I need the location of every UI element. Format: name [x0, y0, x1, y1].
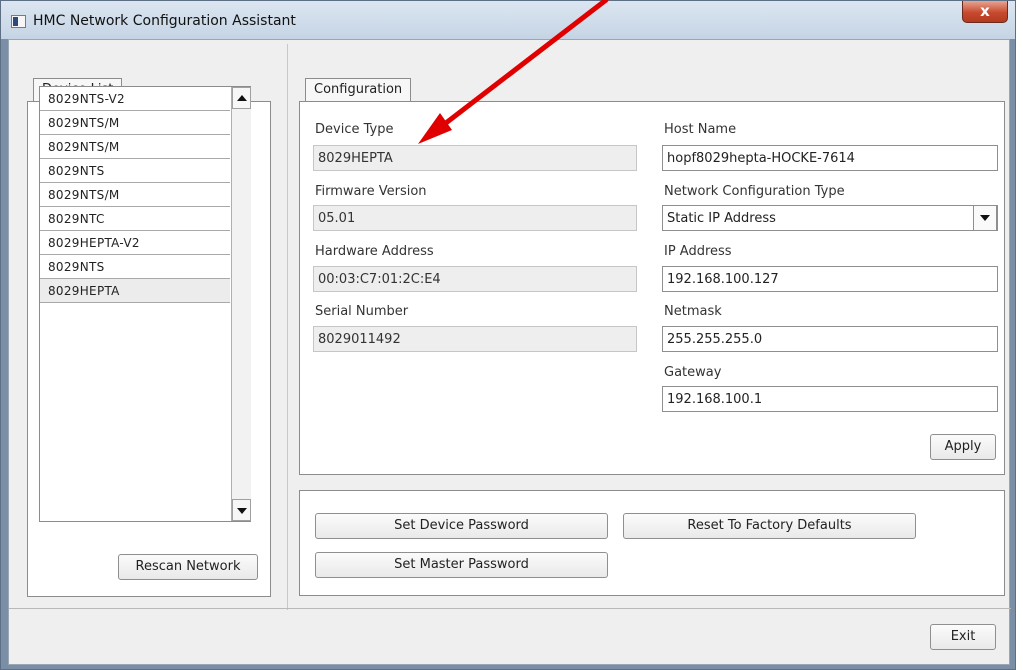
device-list-scrollbar[interactable] [231, 87, 251, 521]
list-item[interactable]: 8029HEPTA [40, 279, 230, 303]
list-item[interactable]: 8029HEPTA-V2 [40, 231, 230, 255]
window-title: HMC Network Configuration Assistant [33, 13, 296, 29]
network-config-type-select[interactable]: Static IP Address [662, 205, 998, 231]
firmware-version-field: 05.01 [313, 205, 637, 231]
actions-panel [299, 490, 1005, 596]
scroll-down-icon[interactable] [232, 499, 251, 521]
firmware-version-label: Firmware Version [315, 184, 427, 199]
rescan-network-button[interactable]: Rescan Network [118, 554, 258, 580]
network-config-type-label: Network Configuration Type [664, 184, 845, 199]
app-icon [11, 15, 26, 28]
list-item[interactable]: 8029NTS [40, 159, 230, 183]
list-item[interactable]: 8029NTC [40, 207, 230, 231]
list-item[interactable]: 8029NTS-V2 [40, 87, 230, 111]
host-name-input[interactable]: hopf8029hepta-HOCKE-7614 [662, 145, 998, 171]
horizontal-separator [9, 608, 1011, 609]
serial-number-field: 8029011492 [313, 326, 637, 352]
vertical-splitter[interactable] [287, 44, 288, 610]
hardware-address-field: 00:03:C7:01:2C:E4 [313, 266, 637, 292]
set-device-password-button[interactable]: Set Device Password [315, 513, 608, 539]
device-list-items: 8029NTS-V2 8029NTS/M 8029NTS/M 8029NTS 8029N… [40, 87, 250, 303]
ip-address-label: IP Address [664, 244, 732, 259]
netmask-label: Netmask [664, 304, 722, 319]
title-bar[interactable]: HMC Network Configuration Assistant x [1, 1, 1015, 39]
netmask-input[interactable]: 255.255.255.0 [662, 326, 998, 352]
device-type-field: 8029HEPTA [313, 145, 637, 171]
chevron-down-icon[interactable] [973, 205, 997, 231]
hardware-address-label: Hardware Address [315, 244, 434, 259]
list-item[interactable]: 8029NTS/M [40, 183, 230, 207]
set-master-password-button[interactable]: Set Master Password [315, 552, 608, 578]
host-name-label: Host Name [664, 122, 737, 137]
list-item[interactable]: 8029NTS/M [40, 111, 230, 135]
close-button[interactable]: x [962, 1, 1008, 23]
device-list[interactable]: 8029NTS-V2 8029NTS/M 8029NTS/M 8029NTS 8029N… [39, 86, 251, 522]
reset-factory-defaults-button[interactable]: Reset To Factory Defaults [623, 513, 916, 539]
list-item[interactable]: 8029NTS [40, 255, 230, 279]
network-config-type-value: Static IP Address [667, 211, 776, 226]
ip-address-input[interactable]: 192.168.100.127 [662, 266, 998, 292]
scroll-up-icon[interactable] [232, 87, 251, 109]
tab-configuration[interactable]: Configuration [305, 78, 412, 102]
apply-button[interactable]: Apply [930, 434, 996, 460]
exit-button[interactable]: Exit [930, 624, 996, 650]
list-item[interactable]: 8029NTS/M [40, 135, 230, 159]
gateway-label: Gateway [664, 365, 722, 380]
serial-number-label: Serial Number [315, 304, 409, 319]
device-type-label: Device Type [315, 122, 394, 137]
gateway-input[interactable]: 192.168.100.1 [662, 386, 998, 412]
